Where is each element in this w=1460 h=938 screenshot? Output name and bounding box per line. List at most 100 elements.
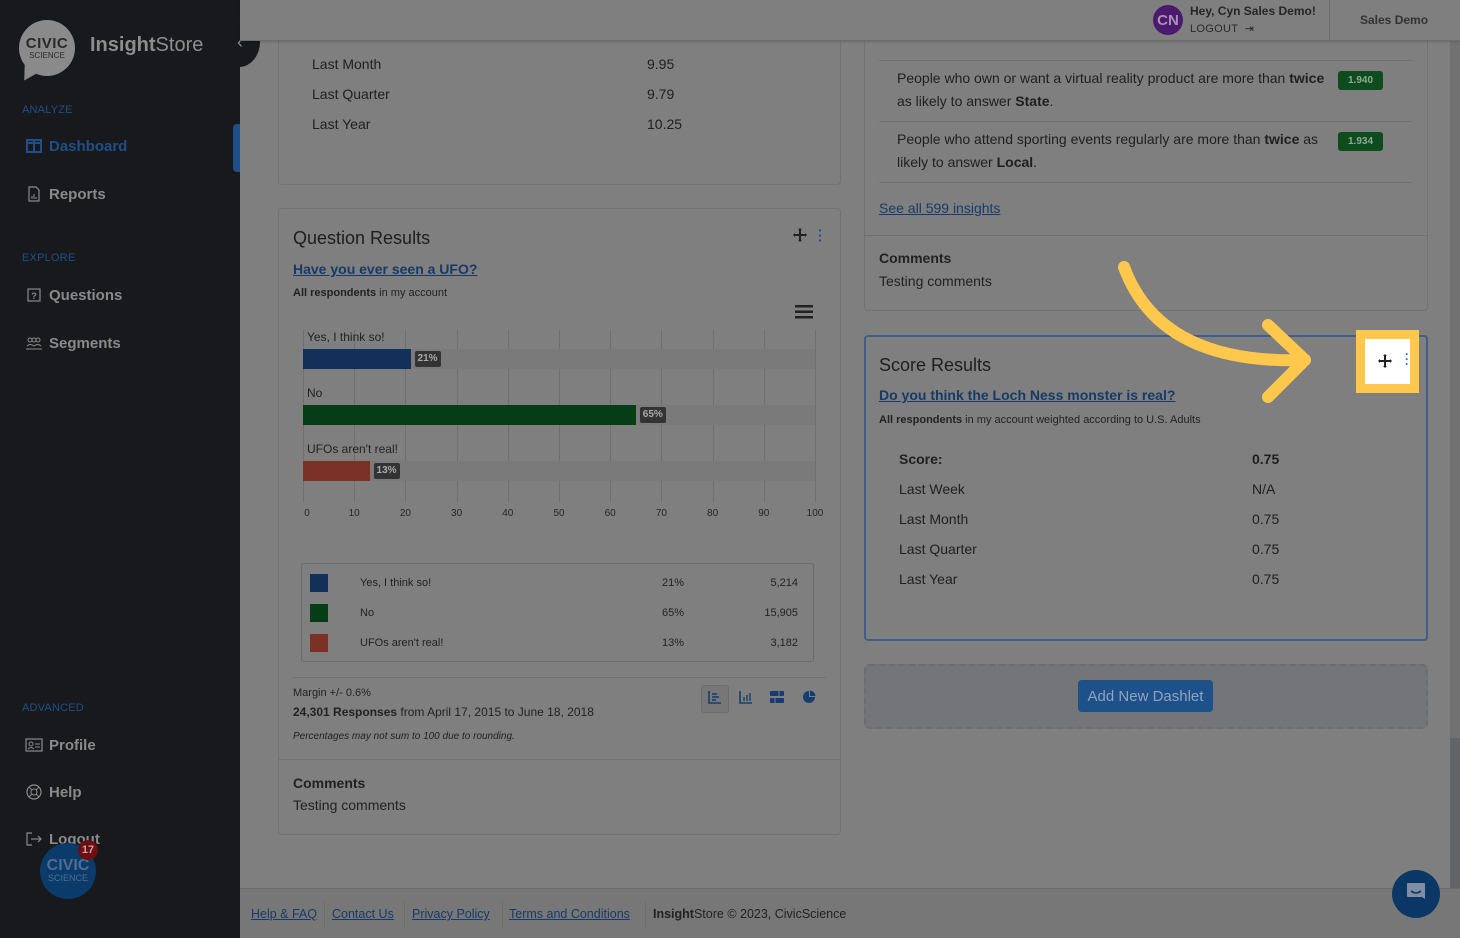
view-pie-button[interactable] [795,685,823,713]
question-box-icon: ? [25,286,43,304]
footer-link-privacy[interactable]: Privacy Policy [412,907,490,921]
brand-rest: Store [155,34,204,56]
svg-text:?: ? [31,291,37,301]
legend-label: No [360,607,375,619]
topbar-logout-link[interactable]: LOGOUT ⇥ [1190,22,1254,35]
x-tick-label: 70 [655,508,667,519]
divider [293,677,826,678]
responses-summary: 24,301 Responses from April 17, 2015 to … [293,705,594,719]
respondents-bold: All respondents [293,287,377,299]
sidebar-item-label: Segments [49,334,121,352]
sidebar-item-dashboard[interactable]: Dashboard [25,137,127,155]
question-link[interactable]: Have you ever seen a UFO? [293,261,477,277]
logout-icon [25,830,43,848]
sidebar-item-reports[interactable]: Reports [25,185,106,203]
legend-count: 3,182 [770,637,798,649]
avatar[interactable]: CN [1153,5,1183,35]
score-row-value: 0.75 [1252,511,1280,527]
score-label: Score: [899,451,943,467]
insight-score-badge: 1.934 [1338,132,1383,151]
legend-percent: 13% [662,637,685,649]
score-row-label: Last Year [312,116,371,132]
badge-line1: CIVIC [46,857,90,874]
score-row-value: 0.75 [1252,541,1280,557]
move-handle-icon[interactable] [792,227,808,246]
footer-separator [324,902,325,928]
segments-people-icon [25,334,43,352]
x-tick-label: 0 [304,508,310,519]
score-row-label: Last Quarter [899,541,977,557]
sidebar-item-profile[interactable]: Profile [25,736,96,754]
chat-bubble-icon [1404,880,1428,909]
logout-icon: ⇥ [1241,23,1255,35]
divider [865,235,1427,236]
legend-row: No 65% 15,905 [302,604,813,624]
bar[interactable] [303,461,370,481]
card-title: Score Results [879,355,992,375]
score-row-value: 9.95 [647,56,675,72]
bar-category-label: UFOs aren't real! [307,442,398,456]
horizontal-bar-chart-icon [708,690,722,709]
divider [279,759,840,760]
move-handle-icon[interactable] [1377,353,1393,374]
view-vertical-bar-button[interactable] [732,685,760,713]
legend-count: 5,214 [770,577,798,589]
footer-link-terms[interactable]: Terms and Conditions [509,907,630,921]
badge-line2: SCIENCE [47,873,88,883]
bar-value-label: 65% [639,407,666,423]
bar-track: 13% [303,461,815,481]
x-tick-label: 40 [502,508,514,519]
see-all-insights-link[interactable]: See all 599 insights [879,200,1000,216]
brand-bold: Insight [90,34,156,56]
more-options-icon[interactable]: · · · [1405,348,1409,370]
legend-percent: 21% [662,577,685,589]
civicscience-logo[interactable]: CIVIC SCIENCE [19,20,75,76]
report-file-icon [25,185,43,203]
sidebar-item-help[interactable]: Help [25,783,82,801]
x-tick-label: 100 [806,508,824,519]
view-stacked-bar-button[interactable] [763,685,791,713]
add-new-dashlet-button[interactable]: Add New Dashlet [1078,680,1213,712]
section-label-advanced: ADVANCED [22,702,84,714]
scrollbar-thumb[interactable] [1450,738,1460,888]
account-name[interactable]: Sales Demo [1360,13,1428,27]
score-row-value: 9.79 [647,86,675,102]
highlighted-move-handle[interactable]: · · · [1356,330,1419,393]
more-options-icon[interactable]: · · · [818,223,823,247]
gridline [815,330,816,502]
logout-label: LOGOUT [1190,23,1239,35]
comments-title: Comments [879,250,952,266]
stacked-bar-icon [770,690,784,708]
logo-line2: SCIENCE [29,50,65,60]
footer-separator [645,902,646,928]
chart-menu-icon[interactable] [795,305,813,322]
legend-row: UFOs aren't real! 13% 3,182 [302,634,813,654]
bar-track: 21% [303,349,815,369]
margin-text: Margin +/- 0.6% [293,687,371,699]
footer-separator [502,902,503,928]
score-row-label: Last Week [899,481,965,497]
footer-link-contact[interactable]: Contact Us [332,907,394,921]
score-row-value: 0.75 [1252,571,1280,587]
bar[interactable] [303,349,411,369]
footer-link-help[interactable]: Help & FAQ [251,907,317,921]
score-row-label: Last Month [312,56,382,72]
logo-line1: CIVIC [25,34,69,52]
legend-label: UFOs aren't real! [360,637,444,649]
chat-launcher-button[interactable] [1392,870,1440,918]
sidebar-item-questions[interactable]: ? Questions [25,286,122,304]
sidebar-item-segments[interactable]: Segments [25,334,121,352]
bar-value-label: 13% [373,463,400,479]
x-tick-label: 20 [399,508,411,519]
legend-row: Yes, I think so! 21% 5,214 [302,574,813,594]
respondents-filter: All respondents in my account [293,287,447,299]
bar-chart: Yes, I think so! 21% No 65% UFOs aren't real… [303,330,816,502]
bar-value-label: 21% [414,351,441,367]
comments-title: Comments [293,775,366,791]
bar[interactable] [303,405,636,425]
view-horizontal-bar-button[interactable] [701,685,729,713]
insight-score-badge: 1.940 [1338,71,1383,90]
score-row-value: 10.25 [647,116,683,132]
legend-count: 15,905 [764,607,798,619]
legend-swatch [310,604,328,622]
